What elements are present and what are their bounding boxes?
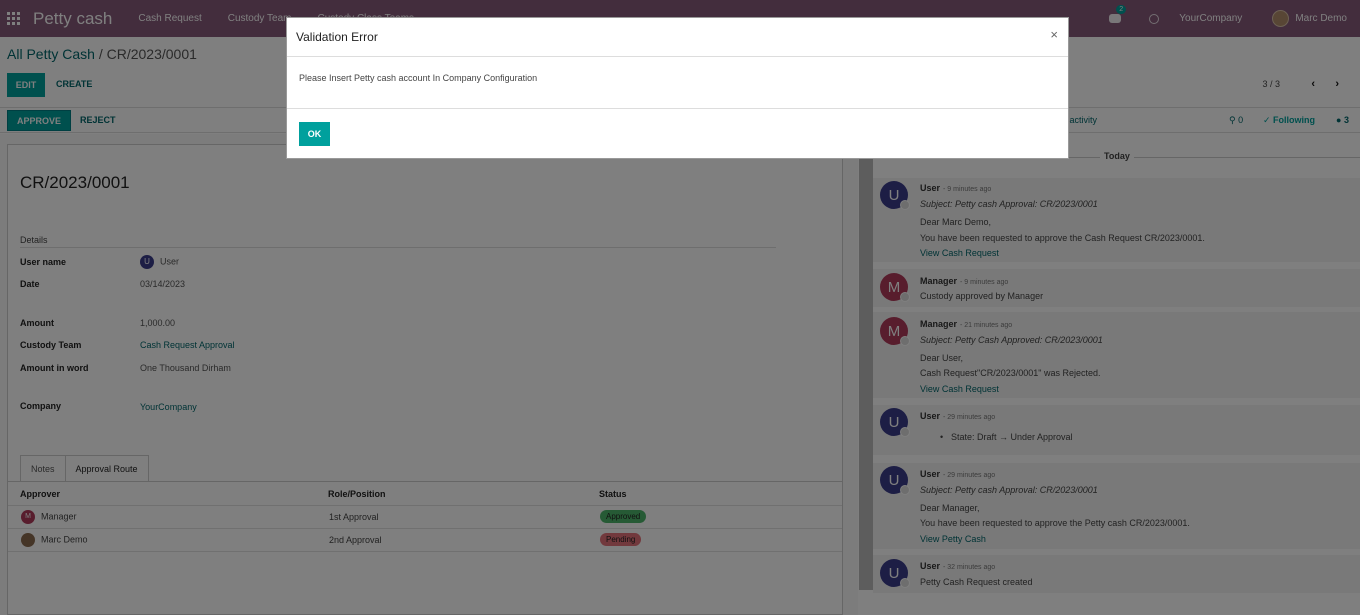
- dialog-message: Please Insert Petty cash account In Comp…: [299, 73, 538, 83]
- validation-error-dialog: Validation Error × Please Insert Petty c…: [286, 17, 1069, 159]
- dialog-title: Validation Error: [296, 30, 378, 44]
- close-icon[interactable]: ×: [1050, 27, 1058, 42]
- ok-button[interactable]: OK: [299, 122, 330, 146]
- dialog-footer-divider: [287, 108, 1068, 109]
- dialog-header: Validation Error ×: [287, 18, 1068, 57]
